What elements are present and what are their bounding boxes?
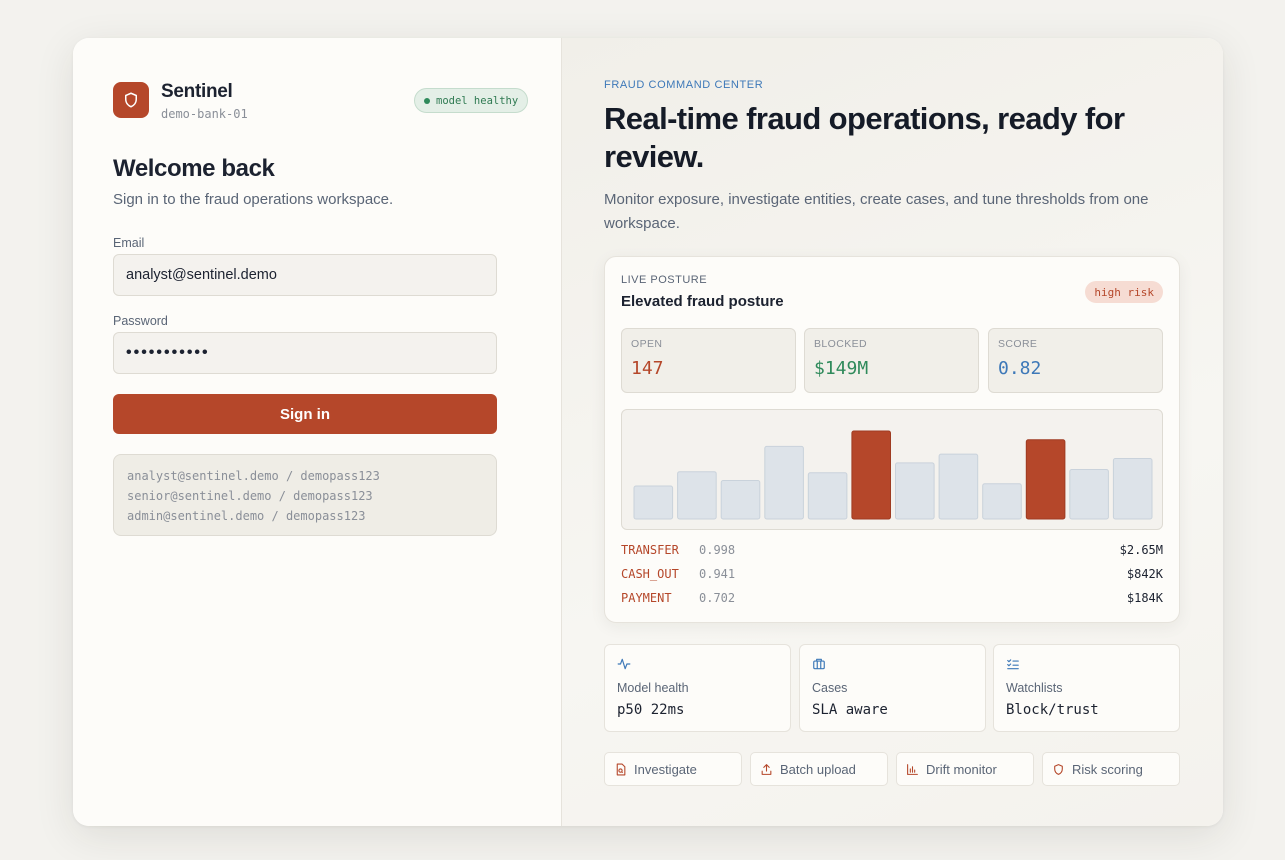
- email-field[interactable]: analyst@sentinel.demo: [113, 254, 497, 296]
- live-posture-card: LIVE POSTURE Elevated fraud posture high…: [604, 256, 1180, 623]
- investigate-button[interactable]: Investigate: [604, 752, 742, 786]
- bar-chart-svg: [633, 430, 1153, 520]
- login-panel: Sentinel demo-bank-01 model healthy Welc…: [73, 38, 562, 826]
- posture-eyebrow: LIVE POSTURE: [621, 274, 708, 286]
- action-label: Batch upload: [780, 761, 856, 777]
- action-label: Drift monitor: [926, 761, 997, 777]
- status-dot-icon: [424, 97, 430, 104]
- password-field[interactable]: •••••••••••: [113, 332, 497, 374]
- segment-row: PAYMENT 0.702 $184K: [621, 588, 1163, 608]
- tenant-id: demo-bank-01: [161, 107, 248, 121]
- segment-amount: $184K: [1126, 591, 1163, 605]
- action-label: Risk scoring: [1072, 761, 1143, 777]
- tile-label: Model health: [617, 681, 689, 695]
- sign-in-button[interactable]: Sign in: [113, 394, 497, 434]
- tile-value: p50 22ms: [617, 702, 685, 718]
- stat-value: 147: [631, 358, 664, 379]
- briefcase-icon: [813, 658, 825, 670]
- chart-bar: [633, 485, 674, 520]
- stat-label: BLOCKED: [814, 338, 867, 350]
- segment-name: PAYMENT: [621, 591, 672, 605]
- chart-bar: [1025, 439, 1066, 520]
- bar-chart-icon: [907, 763, 918, 775]
- chart-bar: [764, 445, 804, 520]
- segment-row: CASH_OUT 0.941 $842K: [621, 564, 1163, 584]
- hero-eyebrow: FRAUD COMMAND CENTER: [604, 79, 764, 91]
- segment-amount: $2.65M: [1119, 543, 1163, 557]
- stat-label: SCORE: [998, 338, 1038, 350]
- demo-account-line: senior@sentinel.demo / demopass123: [127, 489, 373, 503]
- segment-name: TRANSFER: [621, 543, 679, 557]
- chart-bar: [938, 453, 979, 520]
- posture-title: Elevated fraud posture: [621, 293, 784, 310]
- chart-bar: [895, 462, 935, 520]
- stat-value: 0.82: [998, 358, 1042, 379]
- segment-amount: $842K: [1126, 567, 1163, 581]
- tile-value: Block/trust: [1006, 702, 1099, 718]
- chart-bar: [720, 480, 761, 520]
- chart-bar: [1069, 469, 1109, 520]
- segment-name: CASH_OUT: [621, 567, 679, 581]
- shield-icon: [1054, 763, 1063, 775]
- chart-bar: [982, 483, 1022, 520]
- tile-model-health[interactable]: Model health p50 22ms: [604, 644, 791, 732]
- segment-score: 0.998: [699, 543, 736, 557]
- shield-icon: [125, 92, 137, 108]
- chart-bar: [807, 472, 848, 520]
- segment-score: 0.702: [699, 591, 736, 605]
- page-title: Welcome back: [113, 155, 275, 182]
- stat-label: OPEN: [631, 338, 663, 350]
- chart-bar: [677, 471, 717, 520]
- hero-headline: Real-time fraud operations, ready for re…: [604, 101, 1125, 174]
- tile-label: Watchlists: [1006, 681, 1063, 695]
- demo-account-line: analyst@sentinel.demo / demopass123: [127, 469, 380, 483]
- risk-scoring-button[interactable]: Risk scoring: [1042, 752, 1180, 786]
- action-label: Investigate: [634, 761, 697, 777]
- tile-value: SLA aware: [812, 702, 888, 718]
- page-subtitle: Sign in to the fraud operations workspac…: [113, 191, 394, 208]
- segment-score: 0.941: [699, 567, 736, 581]
- brand-logo: [113, 82, 149, 118]
- overview-panel: FRAUD COMMAND CENTER Real-time fraud ope…: [562, 38, 1223, 826]
- tile-cases[interactable]: Cases SLA aware: [799, 644, 986, 732]
- file-search-icon: [616, 763, 626, 775]
- drift-monitor-button[interactable]: Drift monitor: [896, 752, 1034, 786]
- tile-watchlists[interactable]: Watchlists Block/trust: [993, 644, 1180, 732]
- batch-upload-button[interactable]: Batch upload: [750, 752, 888, 786]
- brand-name: Sentinel: [161, 81, 233, 102]
- chart-bar: [1112, 458, 1153, 520]
- password-label: Password: [113, 314, 168, 328]
- fraud-activity-chart: [621, 409, 1163, 530]
- demo-account-line: admin@sentinel.demo / demopass123: [127, 509, 366, 523]
- segment-row: TRANSFER 0.998 $2.65M: [621, 540, 1163, 560]
- chart-bar: [851, 430, 891, 520]
- upload-icon: [761, 763, 772, 775]
- stat-value: $149M: [814, 358, 869, 379]
- model-status-text: model healthy: [436, 94, 519, 107]
- stat-score: SCORE 0.82: [988, 328, 1163, 393]
- stat-blocked: BLOCKED $149M: [804, 328, 979, 393]
- risk-badge: high risk: [1085, 281, 1163, 303]
- login-card: Sentinel demo-bank-01 model healthy Welc…: [73, 38, 1223, 826]
- activity-icon: [617, 658, 631, 670]
- model-status-badge: model healthy: [414, 88, 529, 113]
- checklist-icon: [1007, 659, 1019, 670]
- email-label: Email: [113, 236, 145, 250]
- tile-label: Cases: [812, 681, 848, 695]
- demo-accounts: analyst@sentinel.demo / demopass123 seni…: [113, 454, 497, 536]
- hero-description: Monitor exposure, investigate entities, …: [604, 191, 1149, 232]
- stat-open: OPEN 147: [621, 328, 796, 393]
